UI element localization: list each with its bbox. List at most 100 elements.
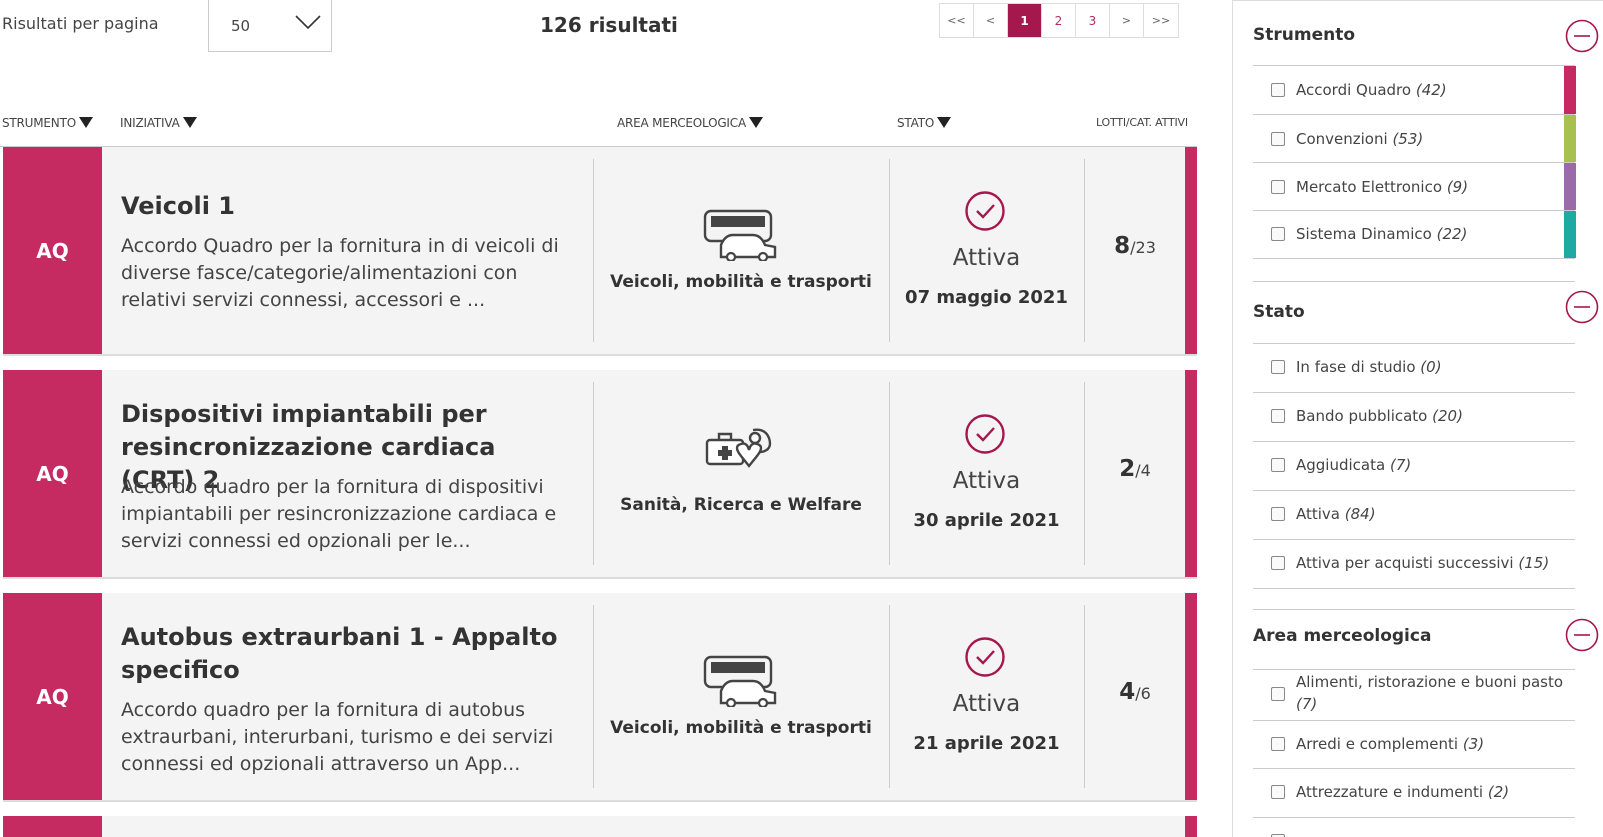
checkbox[interactable] [1271, 687, 1285, 701]
result-row[interactable]: AQ Dispositivi impiantabili per resincro… [3, 370, 1197, 579]
stato-date: 07 maggio 2021 [905, 287, 1068, 308]
results-per-page-value: 50 [231, 17, 251, 35]
row-color-bar [1185, 816, 1197, 837]
stato-date: 21 aprile 2021 [913, 733, 1060, 754]
area-label: Veicoli, mobilità e trasporti [610, 718, 872, 738]
sort-iniziativa[interactable]: INIZIATIVA [120, 116, 197, 130]
checkbox[interactable] [1271, 556, 1285, 570]
sort-stato[interactable]: STATO [897, 116, 952, 130]
filter-group-title: Stato [1253, 302, 1305, 322]
filter-item-label: Aggiudicata (7) [1296, 456, 1412, 474]
lotti-total: /6 [1135, 684, 1151, 703]
result-description: Accordo quadro per la fornitura di autob… [121, 699, 554, 775]
lotti-active: 4 [1119, 679, 1136, 705]
area-label: Veicoli, mobilità e trasporti [610, 272, 872, 292]
page-1-button[interactable]: 1 [1008, 4, 1042, 37]
filter-group-title: Area merceologica [1253, 626, 1432, 646]
row-color-bar [1185, 147, 1197, 354]
result-row[interactable]: AQ Autobus extraurbani 1 - Appalto speci… [3, 593, 1197, 802]
page-3-button[interactable]: 3 [1076, 4, 1110, 37]
checkbox[interactable] [1271, 507, 1285, 521]
sort-area[interactable]: AREA MERCEOLOGICA [617, 116, 763, 130]
sort-down-icon [182, 117, 197, 128]
filter-item-mercato-elettronico[interactable]: Mercato Elettronico (9) [1253, 163, 1576, 211]
strumento-color-bar [1564, 115, 1576, 162]
filter-item-label: Sistema Dinamico (22) [1296, 225, 1468, 243]
chevron-down-icon [295, 15, 321, 30]
checkbox[interactable] [1271, 737, 1285, 751]
sort-strumento-label: STRUMENTO [2, 116, 76, 130]
checkbox[interactable] [1271, 180, 1285, 194]
checkbox[interactable] [1271, 360, 1285, 374]
column-divider [593, 159, 594, 342]
filter-item-sistema-dinamico[interactable]: Sistema Dinamico (22) [1253, 211, 1576, 259]
collapse-icon[interactable] [1565, 290, 1599, 324]
filter-item-attiva-per-acquisti-successivi[interactable]: Attiva per acquisti successivi (15) [1253, 540, 1575, 589]
sort-strumento[interactable]: STRUMENTO [2, 116, 93, 130]
page-last-button[interactable]: >> [1144, 4, 1178, 37]
sort-down-icon [78, 117, 93, 128]
column-divider [593, 605, 594, 788]
strumento-color-bar [1564, 211, 1576, 258]
checkbox[interactable] [1271, 409, 1285, 423]
page-prev-button[interactable]: < [974, 4, 1008, 37]
checkbox[interactable] [1271, 132, 1285, 146]
filter-item-accordi-quadro[interactable]: Accordi Quadro (42) [1253, 66, 1576, 115]
result-row[interactable] [3, 816, 1197, 837]
health-kit-icon [705, 428, 772, 468]
checkbox[interactable] [1271, 83, 1285, 97]
sort-iniziativa-label: INIZIATIVA [120, 116, 180, 130]
strumento-badge: AQ [3, 370, 102, 577]
filter-item-convenzioni[interactable]: Convenzioni (53) [1253, 115, 1576, 163]
sort-down-icon [748, 117, 763, 128]
checkbox[interactable] [1271, 785, 1285, 799]
stato-label: Attiva [952, 245, 1021, 271]
checkbox[interactable] [1271, 227, 1285, 241]
strumento-badge: AQ [3, 593, 102, 800]
filter-item-attiva[interactable]: Attiva (84) [1253, 491, 1575, 540]
page-2-button[interactable]: 2 [1042, 4, 1076, 37]
filter-group-title: Strumento [1253, 25, 1356, 45]
area-label: Sanità, Ricerca e Welfare [620, 495, 862, 515]
bus-car-icon [703, 655, 777, 707]
filter-item-label: Convenzioni (53) [1296, 130, 1424, 148]
stato-date: 30 aprile 2021 [913, 510, 1060, 531]
lotti-total: /4 [1135, 461, 1151, 480]
result-row[interactable]: AQ Veicoli 1 Accordo Quadro per la forni… [3, 147, 1197, 356]
row-color-bar [1185, 593, 1197, 800]
result-title[interactable]: Autobus extraurbani 1 - Appalto specific… [121, 621, 571, 687]
lotti-count: 8/23 [1085, 233, 1185, 259]
divider [1253, 609, 1575, 610]
lotti-active: 2 [1119, 456, 1136, 482]
check-circle-icon [965, 637, 1005, 677]
lotti-count: 4/6 [1085, 679, 1185, 705]
collapse-icon[interactable] [1565, 618, 1599, 652]
page-next-button[interactable]: > [1110, 4, 1144, 37]
filter-item-arredi[interactable]: Arredi e complementi (3) [1253, 721, 1575, 769]
filter-item-label: Attiva per acquisti successivi (15) [1296, 554, 1550, 572]
filter-item-label: Arredi e complementi (3) [1296, 735, 1485, 753]
page-first-button[interactable]: << [940, 4, 974, 37]
filter-item-bando-pubblicato[interactable]: Bando pubblicato (20) [1253, 393, 1575, 442]
filter-item-label: Attrezzature e indumenti (2) [1296, 783, 1510, 801]
lotti-active: 8 [1114, 233, 1131, 259]
filter-item-label: Attiva (84) [1296, 505, 1376, 523]
result-title[interactable]: Veicoli 1 [121, 190, 571, 223]
sort-stato-label: STATO [897, 116, 935, 130]
results-count: 126 risultati [540, 13, 678, 37]
stato-label: Attiva [952, 691, 1021, 717]
checkbox[interactable] [1271, 458, 1285, 472]
lotti-count: 2/4 [1085, 456, 1185, 482]
filter-item-in-fase-di-studio[interactable]: In fase di studio (0) [1253, 344, 1575, 393]
collapse-icon[interactable] [1565, 19, 1599, 53]
filter-item-attrezzature[interactable]: Attrezzature e indumenti (2) [1253, 769, 1575, 818]
results-per-page-label: Risultati per pagina [2, 14, 159, 33]
filter-item-aggiudicata[interactable]: Aggiudicata (7) [1253, 442, 1575, 491]
result-description: Accordo Quadro per la fornitura in di ve… [121, 235, 559, 311]
lotti-total: /23 [1130, 238, 1156, 257]
check-circle-icon [965, 191, 1005, 231]
filter-item-partial[interactable] [1253, 818, 1575, 837]
strumento-color-bar [1564, 66, 1576, 114]
results-per-page-select[interactable]: 50 [208, 0, 332, 52]
filter-item-alimenti[interactable]: Alimenti, ristorazione e buoni pasto (7) [1253, 670, 1575, 721]
